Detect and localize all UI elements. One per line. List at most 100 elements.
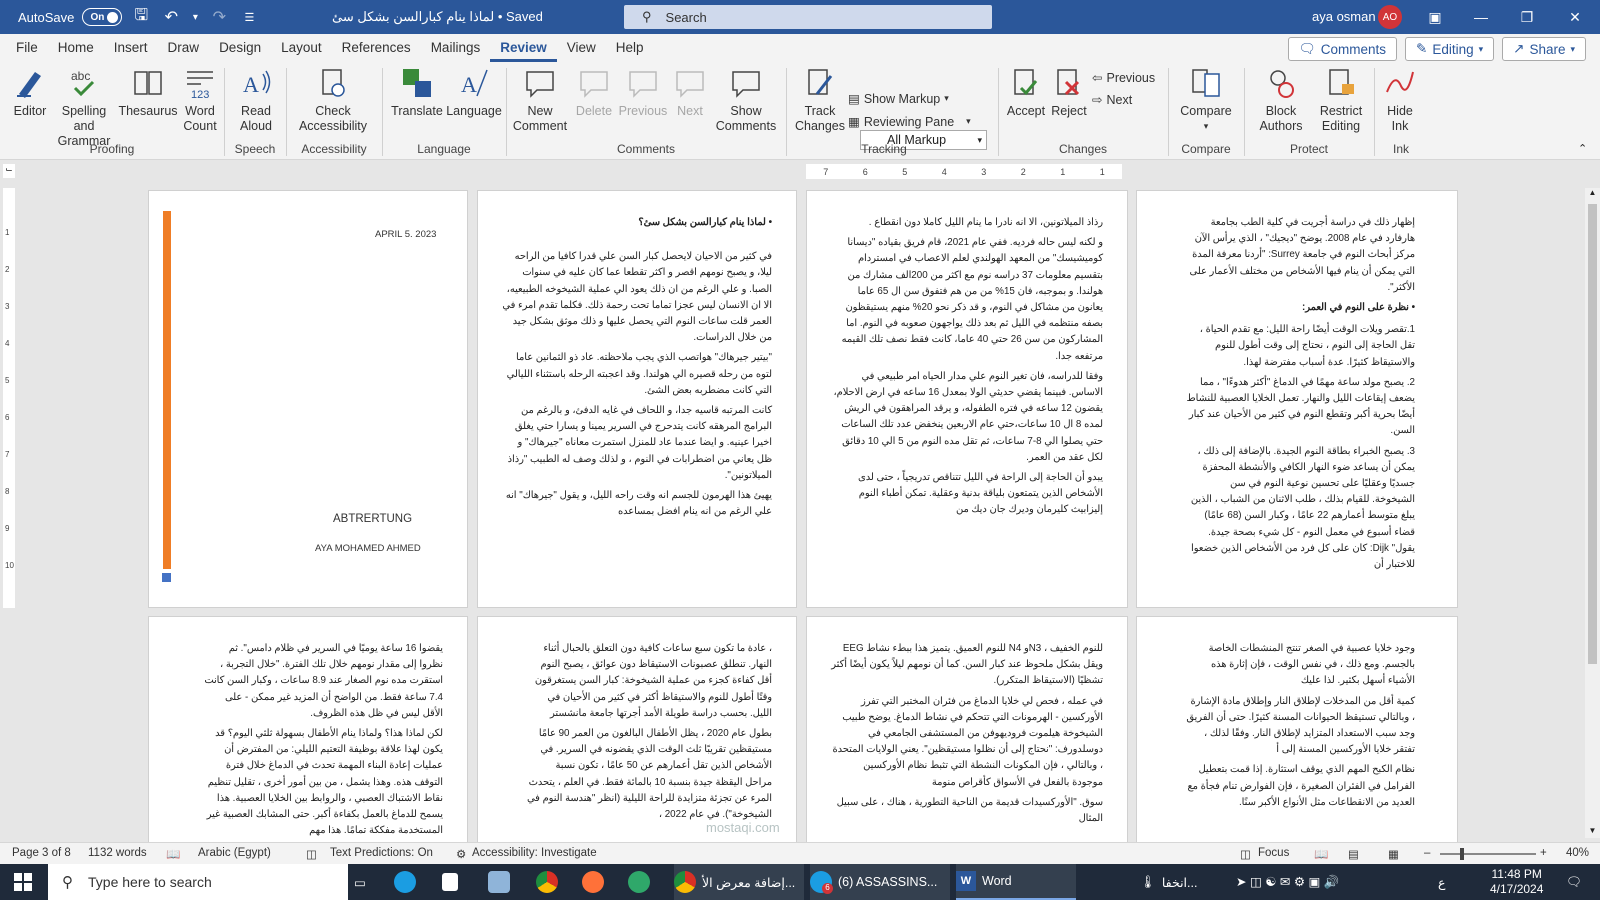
tab-help[interactable]: Help	[606, 34, 654, 62]
word-count-button[interactable]: 123 Word Count	[180, 66, 220, 134]
clock[interactable]: 11:48 PM 4/17/2024	[1490, 867, 1543, 897]
tab-mailings[interactable]: Mailings	[421, 34, 491, 62]
previous-change-button[interactable]: ⇦ Previous	[1092, 70, 1155, 86]
security-icon[interactable]	[442, 864, 458, 900]
reject-button[interactable]: Reject	[1048, 66, 1090, 119]
tab-design[interactable]: Design	[209, 34, 271, 62]
next-change-button[interactable]: ⇨ Next	[1092, 92, 1132, 108]
accept-button[interactable]: Accept	[1004, 66, 1048, 119]
translate-button[interactable]: Translate	[390, 66, 444, 119]
tab-selector[interactable]: ⌙	[3, 164, 15, 178]
taskbar-search[interactable]: ⚲ Type here to search	[48, 864, 348, 900]
collapse-ribbon-icon[interactable]: ⌃	[1578, 142, 1587, 155]
tab-draw[interactable]: Draw	[158, 34, 210, 62]
undo-dropdown-icon[interactable]: ▾	[190, 6, 200, 28]
notification-icon[interactable]: 🗨	[1566, 864, 1582, 900]
read-mode-icon[interactable]: 📖	[1314, 847, 1328, 861]
word-count-indicator[interactable]: 1132 words	[88, 847, 147, 859]
text-predictions-indicator[interactable]: Text Predictions: On	[330, 847, 433, 859]
avatar[interactable]: AO	[1378, 5, 1402, 29]
new-comment-button[interactable]: New Comment	[512, 66, 568, 134]
tab-insert[interactable]: Insert	[104, 34, 158, 62]
restrict-editing-button[interactable]: Restrict Editing	[1314, 66, 1368, 134]
page-6[interactable]: ، عادة ما تكون سبع ساعات كافية دون التعل…	[477, 616, 797, 846]
scroll-thumb[interactable]	[1588, 204, 1597, 664]
tab-file[interactable]: File	[6, 34, 48, 62]
document-title[interactable]: لماذا ينام كبارالسن بشكل سئ • Saved	[332, 9, 543, 25]
compare-button[interactable]: Compare ▾	[1176, 66, 1236, 134]
tab-references[interactable]: References	[332, 34, 421, 62]
track-changes-button[interactable]: Track Changes	[794, 66, 846, 134]
task-view-icon[interactable]: ▭	[354, 864, 366, 900]
minimize-icon[interactable]: —	[1458, 0, 1504, 34]
tab-view[interactable]: View	[557, 34, 606, 62]
comments-button[interactable]: 🗨 Comments	[1287, 37, 1397, 61]
reviewing-pane-button[interactable]: ▦ Reviewing Pane ▾	[848, 114, 971, 130]
accessibility-indicator[interactable]: Accessibility: Investigate	[472, 847, 597, 859]
zoom-in-icon[interactable]: +	[1540, 847, 1547, 859]
check-accessibility-button[interactable]: Check Accessibility	[292, 66, 374, 134]
redo-icon[interactable]: ↷	[208, 6, 230, 28]
camera-icon[interactable]	[488, 864, 510, 900]
close-icon[interactable]: ✕	[1552, 0, 1598, 34]
proofing-icon[interactable]: 📖	[166, 847, 180, 861]
ribbon-display-icon[interactable]: ▣	[1412, 0, 1458, 34]
chrome-icon[interactable]	[536, 864, 558, 900]
tab-review[interactable]: Review	[490, 34, 557, 62]
hide-ink-button[interactable]: Hide Ink	[1380, 66, 1420, 134]
page-4[interactable]: إظهار ذلك في دراسة أجريت في كلية الطب بج…	[1136, 190, 1458, 608]
edge-icon[interactable]	[394, 864, 416, 900]
vertical-ruler[interactable]: 1 2 3 4 5 6 7 8 9 10	[3, 188, 15, 608]
thesaurus-button[interactable]: Thesaurus	[118, 66, 178, 119]
horizontal-ruler[interactable]: 7 6 5 4 3 2 1 1	[806, 164, 1122, 179]
editor-button[interactable]: Editor	[10, 66, 50, 119]
task-word-window[interactable]: W Word	[956, 864, 1076, 900]
page-cover[interactable]: APRIL 5. 2023 ABTRERTUNG AYA MOHAMED AHM…	[148, 190, 468, 608]
task-chrome-window[interactable]: إضافة معرض الأ...	[674, 864, 804, 900]
vertical-scrollbar[interactable]: ▲ ▼	[1585, 188, 1600, 838]
zoom-slider[interactable]	[1440, 848, 1536, 860]
save-icon[interactable]: 🖫	[130, 6, 152, 28]
page-8[interactable]: وجود خلايا عصبية في الصغر تنتج المنشطات …	[1136, 616, 1458, 846]
autosave-toggle[interactable]: On	[82, 8, 123, 26]
tray-icons[interactable]: ➤ ◫ ☯ ✉ ⚙ ▣ 🔊	[1236, 864, 1339, 900]
page-2[interactable]: • لماذا ينام كبارالسن بشكل سئ؟ في كثير م…	[477, 190, 797, 608]
page-3[interactable]: رذاذ الميلاتونين، الا انه نادرا ما ينام …	[806, 190, 1128, 608]
maximize-icon[interactable]: ❐	[1504, 0, 1550, 34]
zoom-level[interactable]: 40%	[1566, 847, 1589, 859]
zoom-thumb[interactable]	[1460, 848, 1464, 860]
undo-icon[interactable]: ↶	[160, 6, 182, 28]
page-indicator[interactable]: Page 3 of 8	[12, 847, 71, 859]
task-browser-window[interactable]: 6 (6) ASSASSINS...	[810, 864, 950, 900]
firefox-icon[interactable]	[582, 864, 604, 900]
search-box[interactable]: ⚲ Search	[624, 5, 992, 29]
delete-comment-button[interactable]: Delete	[572, 66, 616, 119]
language-button[interactable]: A Language	[446, 66, 502, 119]
show-comments-button[interactable]: Show Comments	[714, 66, 778, 134]
page-5[interactable]: يقضوا 16 ساعة يوميًا في السرير في ظلام د…	[148, 616, 468, 846]
previous-comment-button[interactable]: Previous	[618, 66, 668, 119]
tab-home[interactable]: Home	[48, 34, 104, 62]
zoom-out-icon[interactable]: –	[1424, 847, 1430, 859]
weather-widget[interactable]: 🌡 انخفا...	[1140, 864, 1197, 900]
block-authors-button[interactable]: Block Authors	[1250, 66, 1312, 134]
tab-layout[interactable]: Layout	[271, 34, 332, 62]
edge-dev-icon[interactable]	[628, 864, 650, 900]
read-aloud-button[interactable]: A Read Aloud	[234, 66, 278, 134]
show-markup-button[interactable]: ▤ Show Markup ▾	[848, 91, 949, 107]
share-button[interactable]: ↗ Share ▾	[1502, 37, 1586, 61]
language-indicator[interactable]: Arabic (Egypt)	[198, 847, 271, 859]
focus-button[interactable]: Focus	[1258, 847, 1289, 859]
customize-qat-icon[interactable]: ☰	[238, 6, 260, 28]
spelling-grammar-button[interactable]: abc Spelling and Grammar	[52, 66, 116, 149]
print-layout-icon[interactable]: ▤	[1348, 847, 1359, 861]
web-layout-icon[interactable]: ▦	[1388, 847, 1399, 861]
input-language[interactable]: ع	[1438, 864, 1445, 900]
next-comment-button[interactable]: Next	[668, 66, 712, 119]
page-7[interactable]: للنوم الخفيف ، N3و N4 للنوم العميق. يتمي…	[806, 616, 1128, 846]
windows-start-icon[interactable]	[14, 873, 32, 891]
scroll-down-icon[interactable]: ▼	[1585, 826, 1600, 838]
scroll-up-icon[interactable]: ▲	[1585, 188, 1600, 200]
user-name[interactable]: aya osman	[1312, 9, 1376, 24]
editing-button[interactable]: ✎ Editing ▾	[1405, 37, 1495, 61]
